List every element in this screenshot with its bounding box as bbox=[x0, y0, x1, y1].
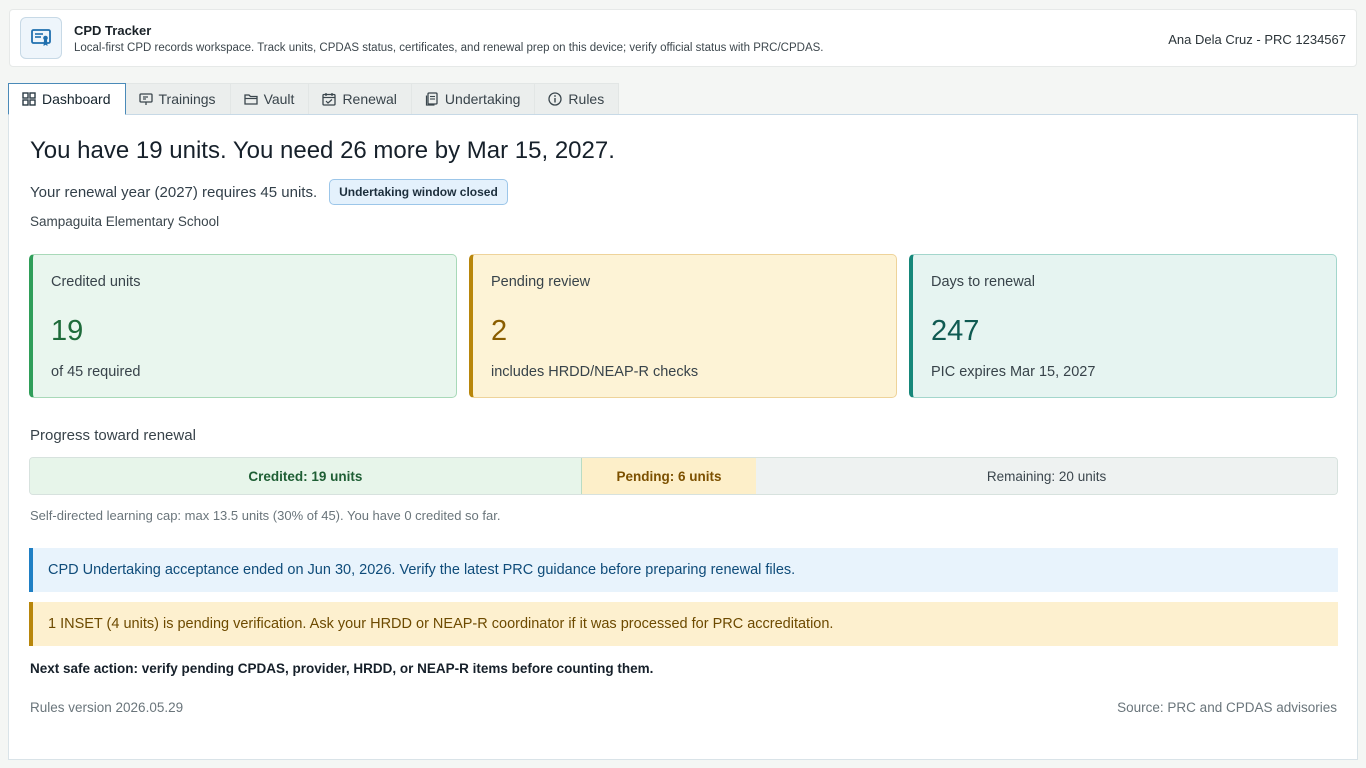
next-safe-action: Next safe action: verify pending CPDAS, … bbox=[30, 661, 654, 676]
main-tabs: Dashboard Trainings Vault Renewal Undert… bbox=[8, 83, 620, 115]
renewal-progress-bar: Credited: 19 units Pending: 6 units Rema… bbox=[29, 457, 1338, 495]
alert-text: 1 INSET (4 units) is pending verificatio… bbox=[48, 616, 834, 632]
app-title: CPD Tracker bbox=[74, 22, 152, 38]
tab-rules[interactable]: Rules bbox=[534, 83, 620, 114]
info-icon bbox=[548, 92, 563, 106]
card-label: Pending review bbox=[491, 274, 591, 290]
tab-undertaking-label: Undertaking bbox=[444, 91, 521, 107]
document-icon bbox=[425, 92, 438, 106]
renewal-requirement-text: Your renewal year (2027) requires 45 uni… bbox=[30, 183, 318, 201]
card-label: Credited units bbox=[51, 274, 141, 290]
card-foot: includes HRDD/NEAP-R checks bbox=[491, 364, 699, 380]
card-label: Days to renewal bbox=[931, 274, 1035, 290]
progress-remaining-label: Remaining: 20 units bbox=[986, 468, 1107, 484]
user-identity: Ana Dela Cruz - PRC 1234567 bbox=[1168, 32, 1346, 47]
renewal-requirement: Your renewal year (2027) requires 45 uni… bbox=[30, 179, 508, 205]
inset-pending-alert: 1 INSET (4 units) is pending verificatio… bbox=[29, 602, 1338, 646]
card-foot: PIC expires Mar 15, 2027 bbox=[931, 364, 1096, 380]
progress-pending-segment: Pending: 6 units bbox=[581, 458, 757, 494]
tab-rules-label: Rules bbox=[568, 91, 605, 107]
card-value: 19 bbox=[51, 315, 84, 347]
card-value: 247 bbox=[931, 315, 980, 347]
progress-credited-segment: Credited: 19 units bbox=[30, 458, 582, 494]
page-title: You have 19 units. You need 26 more by M… bbox=[30, 137, 615, 164]
presentation-icon bbox=[138, 93, 153, 105]
tab-trainings-label: Trainings bbox=[158, 91, 216, 107]
days-to-renewal-card: Days to renewal 247 PIC expires Mar 15, … bbox=[909, 254, 1337, 398]
tab-renewal[interactable]: Renewal bbox=[308, 83, 412, 114]
certificate-icon bbox=[20, 17, 62, 59]
tab-vault[interactable]: Vault bbox=[229, 83, 310, 114]
school-name: Sampaguita Elementary School bbox=[30, 214, 220, 229]
self-directed-cap-note: Self-directed learning cap: max 13.5 uni… bbox=[30, 508, 501, 523]
folder-icon bbox=[243, 94, 258, 105]
tab-dashboard[interactable]: Dashboard bbox=[8, 83, 126, 115]
app-header: CPD Tracker Local-first CPD records work… bbox=[9, 9, 1357, 67]
progress-title: Progress toward renewal bbox=[30, 427, 196, 444]
pending-review-card: Pending review 2 includes HRDD/NEAP-R ch… bbox=[469, 254, 897, 398]
source-note: Source: PRC and CPDAS advisories bbox=[1117, 700, 1337, 715]
tab-undertaking[interactable]: Undertaking bbox=[410, 83, 536, 114]
progress-remaining-segment: Remaining: 20 units bbox=[756, 458, 1337, 494]
tab-dashboard-label: Dashboard bbox=[42, 91, 111, 107]
calendar-icon bbox=[322, 93, 337, 106]
progress-pending-label: Pending: 6 units bbox=[616, 468, 722, 484]
tab-trainings[interactable]: Trainings bbox=[124, 83, 231, 114]
grid-icon bbox=[22, 92, 36, 106]
undertaking-info-alert: CPD Undertaking acceptance ended on Jun … bbox=[29, 548, 1338, 592]
status-badge: Undertaking window closed bbox=[329, 179, 508, 205]
progress-credited-label: Credited: 19 units bbox=[248, 468, 363, 484]
dashboard-panel: You have 19 units. You need 26 more by M… bbox=[8, 114, 1358, 760]
tab-vault-label: Vault bbox=[263, 91, 295, 107]
tab-renewal-label: Renewal bbox=[342, 91, 397, 107]
card-foot: of 45 required bbox=[51, 364, 141, 380]
card-value: 2 bbox=[491, 315, 508, 347]
rules-version: Rules version 2026.05.29 bbox=[30, 700, 184, 715]
credited-units-card: Credited units 19 of 45 required bbox=[29, 254, 457, 398]
app-subtitle: Local-first CPD records workspace. Track… bbox=[74, 41, 824, 54]
alert-text: CPD Undertaking acceptance ended on Jun … bbox=[48, 562, 796, 578]
